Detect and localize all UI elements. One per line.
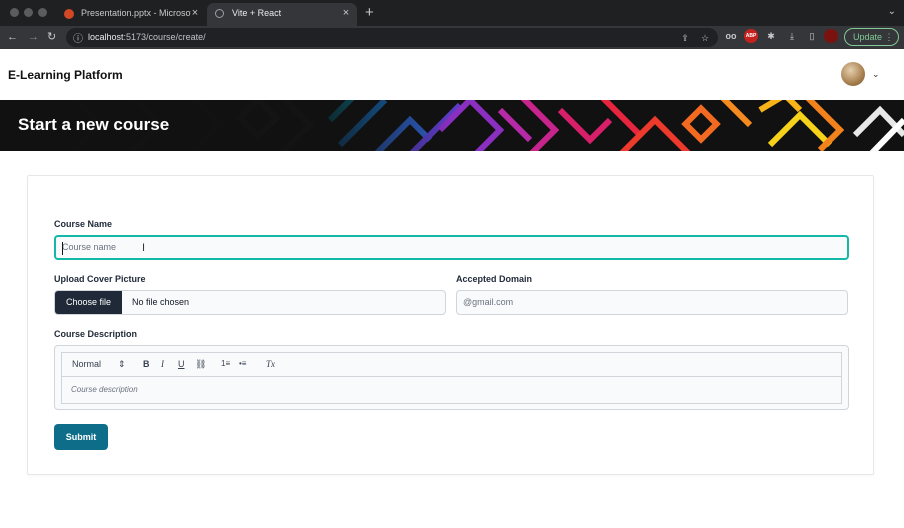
accepted-domain-label: Accepted Domain — [456, 274, 533, 284]
editor-toolbar: Normal ⇕ B I U ⛓ 1≡ •≡ Tx — [62, 353, 841, 377]
window-minimize-dot[interactable] — [24, 8, 33, 17]
italic-button[interactable]: I — [161, 358, 164, 370]
page-title: Start a new course — [18, 115, 170, 134]
accepted-domain-input[interactable]: @gmail.com — [456, 290, 848, 315]
app-header: E-Learning Platform ⌄ — [0, 49, 904, 100]
course-name-label: Course Name — [54, 219, 113, 229]
rich-text-editor: Normal ⇕ B I U ⛓ 1≡ •≡ Tx Course descrip… — [61, 352, 842, 404]
address-bar[interactable]: ⓘ localhost:5173/course/create/ ⇪ ☆ — [66, 28, 718, 47]
powerpoint-icon — [64, 9, 74, 19]
choose-file-button[interactable]: Choose file — [55, 291, 122, 314]
tab-close-icon[interactable]: × — [189, 3, 201, 24]
course-name-input[interactable]: Course name I — [54, 235, 849, 260]
extensions-puzzle-icon[interactable]: ✱ — [764, 29, 778, 43]
new-tab-button[interactable]: + — [365, 3, 374, 23]
adblock-plus-icon[interactable]: ABP — [744, 29, 758, 43]
link-icon[interactable]: ⛓ — [195, 358, 206, 370]
download-icon[interactable]: ⤓ — [785, 29, 799, 43]
cover-picture-label: Upload Cover Picture — [54, 274, 146, 284]
bold-button[interactable]: B — [143, 358, 150, 370]
update-label: Update — [853, 32, 883, 42]
file-status: No file chosen — [132, 297, 190, 307]
window-close-dot[interactable] — [10, 8, 19, 17]
i-beam-cursor-icon: I — [142, 242, 146, 254]
site-info-icon[interactable]: ⓘ — [73, 30, 83, 45]
url-text: localhost:5173/course/create/ — [88, 32, 206, 42]
format-select-value: Normal — [72, 359, 102, 369]
browser-tab-strip: Presentation.pptx - Microsoft P × Vite +… — [0, 0, 904, 26]
tab-presentation[interactable]: Presentation.pptx - Microsoft P × — [56, 3, 206, 26]
ordered-list-icon[interactable]: 1≡ — [221, 358, 230, 370]
submit-button[interactable]: Submit — [54, 424, 108, 450]
update-button[interactable]: Update ⋮ — [844, 28, 899, 46]
tab-vite-react[interactable]: Vite + React × — [207, 3, 357, 26]
tab-close-icon[interactable]: × — [340, 3, 352, 24]
chevron-down-icon[interactable]: ⌄ — [872, 69, 880, 80]
clear-format-icon[interactable]: Tx — [266, 358, 275, 370]
avatar[interactable] — [841, 62, 865, 86]
create-course-form: Course Name Course name I Upload Cover P… — [27, 175, 874, 475]
browser-toolbar: ← → ↻ ⓘ localhost:5173/course/create/ ⇪ … — [0, 26, 904, 49]
course-description-label: Course Description — [54, 329, 138, 339]
brand-title[interactable]: E-Learning Platform — [8, 68, 123, 82]
tab-title: Presentation.pptx - Microsoft P — [81, 8, 191, 18]
accepted-domain-placeholder: @gmail.com — [463, 297, 514, 307]
bookmark-star-icon[interactable]: ☆ — [698, 31, 712, 45]
hero-banner: Start a new course — [0, 100, 904, 151]
share-icon[interactable]: ⇪ — [678, 31, 692, 45]
forward-button[interactable]: → — [28, 29, 39, 45]
course-name-placeholder: Course name — [62, 242, 117, 252]
tab-title: Vite + React — [232, 8, 282, 18]
back-button[interactable]: ← — [7, 29, 18, 45]
reload-button[interactable]: ↻ — [47, 29, 56, 45]
profile-icon[interactable] — [824, 29, 838, 43]
url-path: :5173/course/create/ — [123, 32, 206, 42]
globe-icon — [215, 9, 224, 18]
url-host: localhost — [88, 32, 124, 42]
kebab-menu-icon: ⋮ — [884, 32, 894, 42]
cover-picture-input[interactable]: Choose file No file chosen — [54, 290, 446, 315]
window-zoom-dot[interactable] — [38, 8, 47, 17]
underline-button[interactable]: U — [178, 358, 185, 370]
tab-search-chevron-icon[interactable]: ⌄ — [888, 6, 896, 17]
side-panel-icon[interactable]: ▯ — [805, 29, 819, 43]
glasses-extension-icon[interactable]: oo — [724, 29, 738, 43]
course-description-editor: Normal ⇕ B I U ⛓ 1≡ •≡ Tx Course descrip… — [54, 345, 849, 410]
course-description-placeholder[interactable]: Course description — [71, 385, 138, 394]
format-select[interactable]: Normal — [72, 358, 101, 370]
select-arrows-icon: ⇕ — [118, 359, 126, 369]
text-caret — [62, 242, 63, 255]
bullet-list-icon[interactable]: •≡ — [239, 358, 246, 370]
